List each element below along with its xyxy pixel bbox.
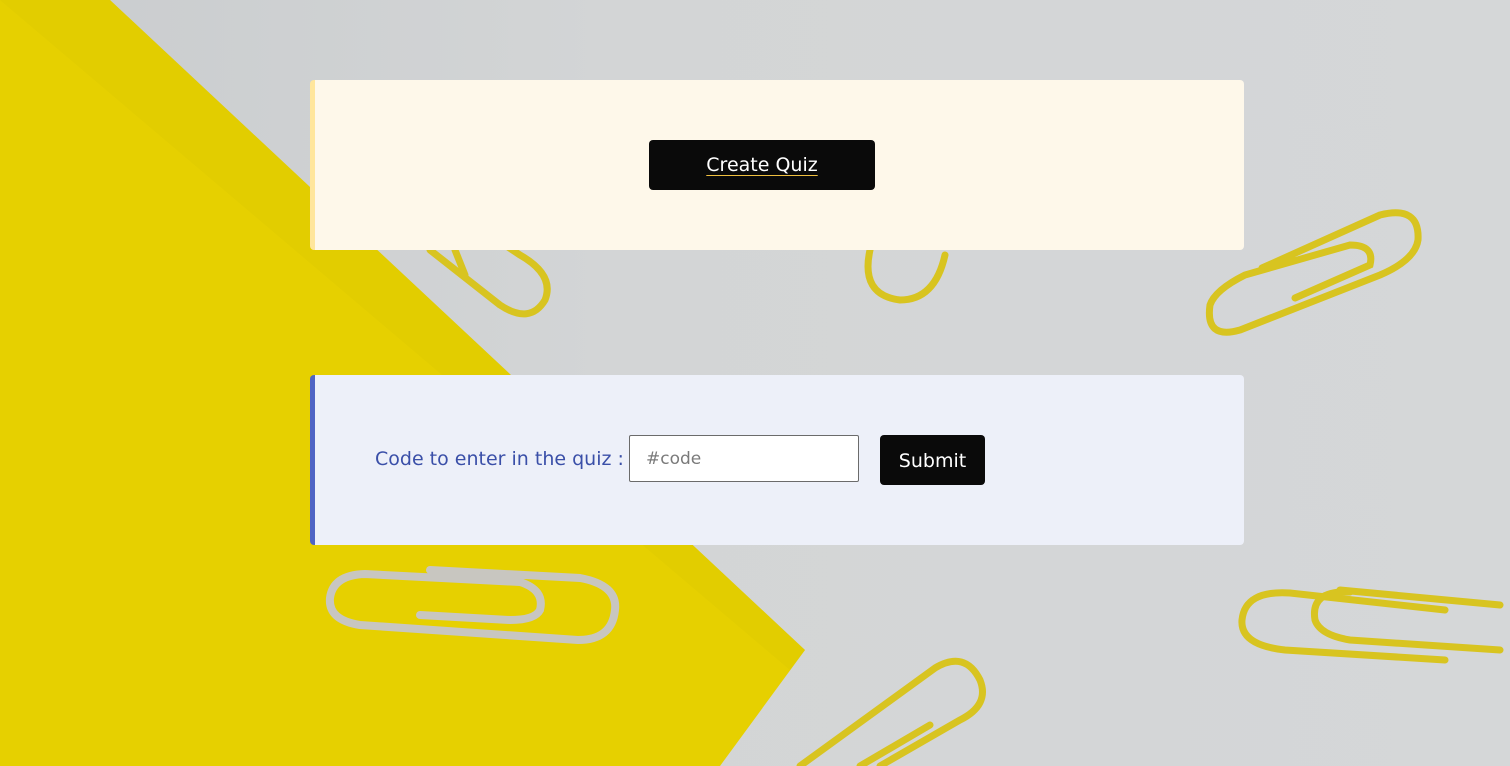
quiz-code-label: Code to enter in the quiz : bbox=[375, 448, 624, 470]
create-quiz-card: Create Quiz bbox=[310, 80, 1244, 250]
create-quiz-button[interactable]: Create Quiz bbox=[649, 140, 875, 190]
quiz-code-input[interactable] bbox=[629, 435, 859, 482]
join-quiz-card: Code to enter in the quiz : Submit bbox=[310, 375, 1244, 545]
submit-button[interactable]: Submit bbox=[880, 435, 985, 485]
create-quiz-button-label: Create Quiz bbox=[706, 154, 818, 176]
